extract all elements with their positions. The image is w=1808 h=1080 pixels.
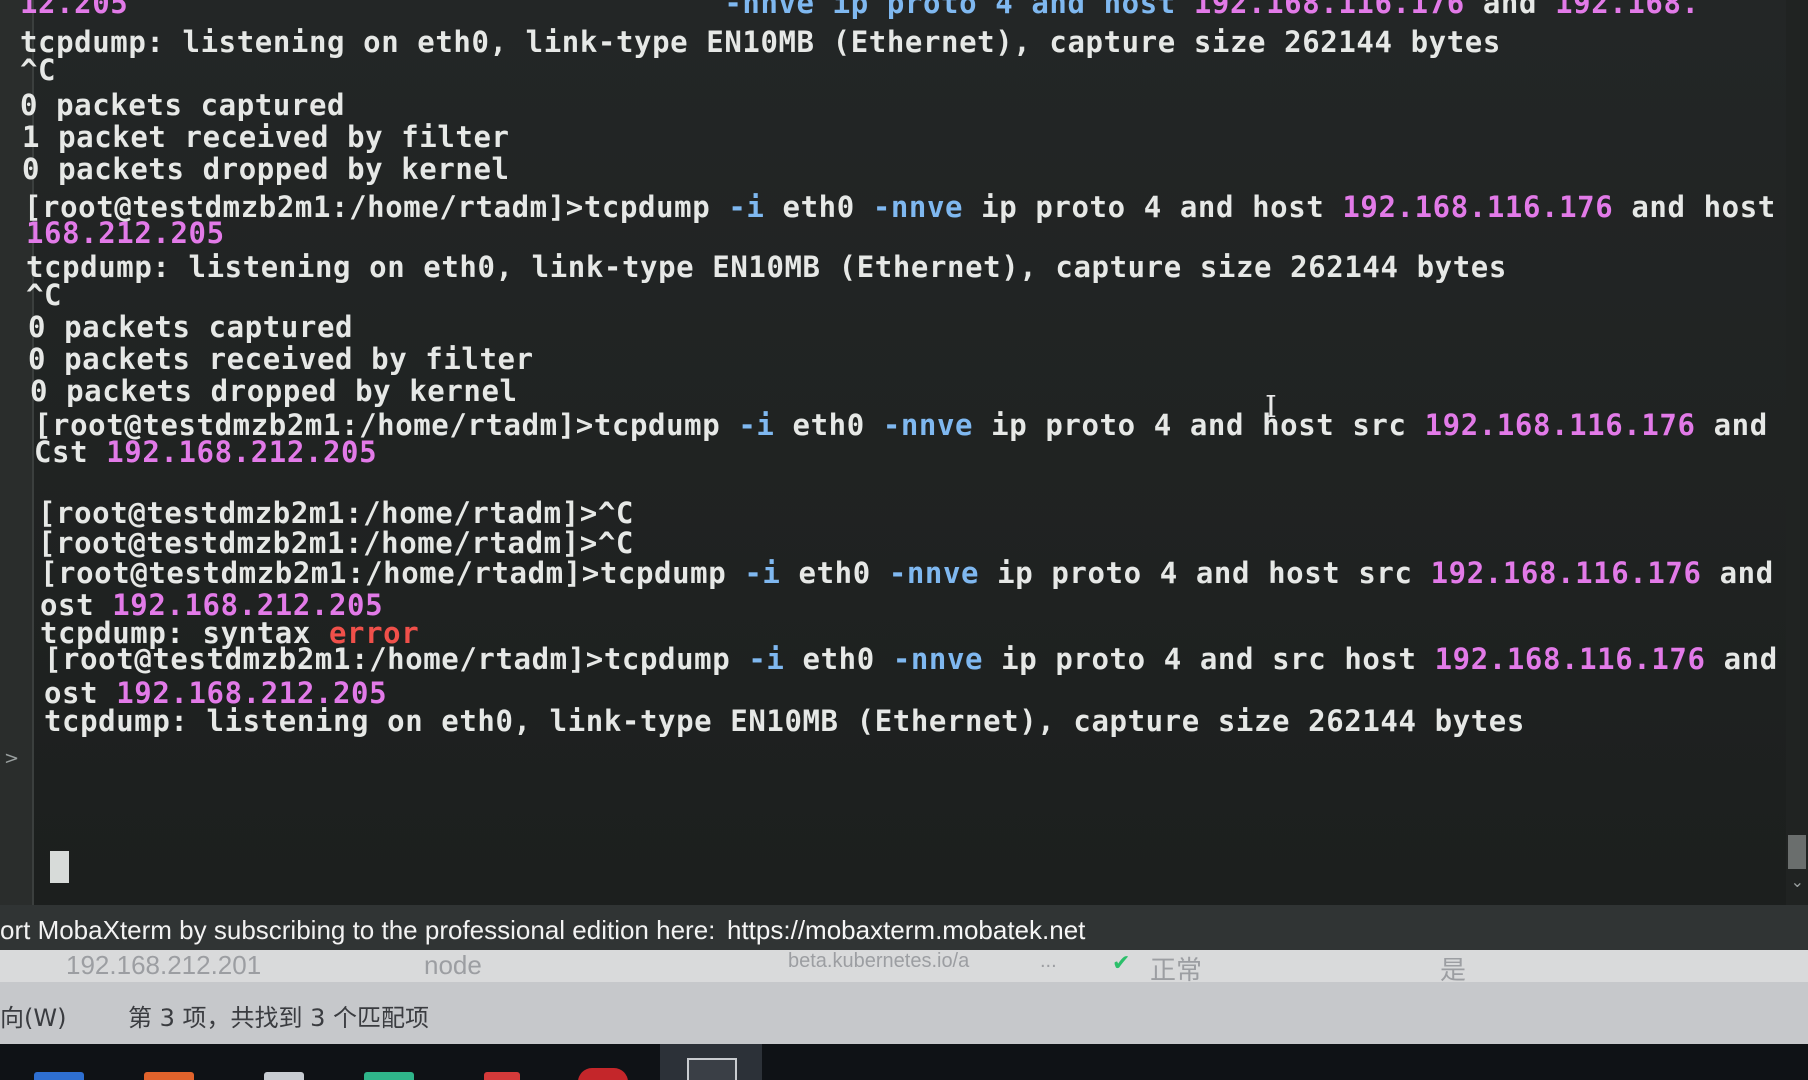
terminal-line: 0 packets captured: [28, 310, 353, 344]
terminal-text: 0 packets received by filter: [28, 342, 534, 376]
terminal-text: ip proto 4 and src host: [983, 642, 1435, 676]
terminal-text: and: [1464, 0, 1556, 20]
find-status: 第 3 项，共找到 3 个匹配项: [128, 1004, 430, 1032]
terminal-text: 0 packets dropped by kernel: [30, 374, 518, 408]
check-icon: ✔: [1112, 950, 1131, 975]
terminal-line: 168.212.205: [26, 216, 225, 250]
terminal-scrollbar[interactable]: ⌄: [1786, 0, 1808, 905]
terminal-text: 192.168.116.176: [1434, 642, 1706, 676]
terminal-text: -i: [748, 642, 785, 676]
terminal-text: ip proto 4 and host src: [979, 556, 1431, 590]
terminal-text: 0 packets captured: [20, 88, 346, 122]
find-direction-option[interactable]: 向(W): [0, 998, 66, 1033]
terminal-text: [root@testdmzb2m1:/home/rtadm]>^C: [38, 526, 634, 560]
chevron-down-icon[interactable]: ⌄: [1791, 872, 1804, 891]
taskbar-app-icon[interactable]: [364, 1072, 414, 1080]
terminal-text: eth0: [784, 642, 893, 676]
taskbar-app-icon[interactable]: [578, 1068, 628, 1080]
terminal-line: [root@testdmzb2m1:/home/rtadm]>^C: [38, 526, 634, 560]
terminal-text: ip proto 4 and host: [963, 190, 1343, 224]
promo-bar: ort MobaXterm by subscribing to the prof…: [0, 905, 1808, 955]
terminal-line: 0 packets dropped by kernel: [30, 374, 518, 408]
terminal-text: [root@testdmzb2m1:/home/rtadm]>^C: [38, 496, 634, 530]
terminal-text: 0 packets dropped by kernel: [22, 152, 510, 186]
terminal-text: [root@testdmzb2m1:/home/rtadm]>tcpdump: [40, 556, 745, 590]
terminal-cursor: [50, 851, 69, 883]
find-bar: 向(W) 第 3 项，共找到 3 个匹配项: [0, 982, 1808, 1044]
terminal-text: ip proto 4 and host src: [973, 408, 1425, 442]
terminal-text: ^C: [26, 278, 63, 312]
terminal-text: -i: [744, 556, 781, 590]
terminal-line: [root@testdmzb2m1:/home/rtadm]>tcpdump -…: [24, 190, 1800, 224]
taskbar: [0, 1044, 1808, 1080]
terminal-line: 12.205 -nnve ip proto 4 and host 192.168…: [20, 0, 1700, 20]
terminal-text: 192.168.116.176: [1342, 190, 1614, 224]
terminal-text: eth0: [764, 190, 873, 224]
terminal-line: [root@testdmzb2m1:/home/rtadm]>tcpdump -…: [44, 642, 1800, 676]
terminal-text: and dst ^: [1713, 408, 1800, 442]
terminal-text: eth0: [774, 408, 883, 442]
terminal-text: 12.205: [20, 0, 129, 20]
taskbar-terminal-app[interactable]: [660, 1044, 762, 1080]
terminal-line: ^C: [26, 278, 62, 312]
promo-text: ort MobaXterm by subscribing to the prof…: [0, 915, 716, 945]
screen: > 12.205 -nnve ip proto 4 and host 192.1…: [0, 0, 1808, 1080]
terminal-text: 192.168.116.176: [1193, 0, 1465, 20]
row-ellipsis: ...: [1040, 950, 1057, 972]
terminal-line: tcpdump: listening on eth0, link-type EN…: [44, 704, 1525, 738]
terminal-line: 0 packets received by filter: [28, 342, 534, 376]
terminal-text: -nnve: [888, 556, 980, 590]
promo-link[interactable]: https://mobaxterm.mobatek.net: [727, 915, 1085, 946]
row-ip: 192.168.212.201: [66, 950, 262, 980]
row-extra: 是: [1440, 955, 1467, 982]
terminal-text: 1 packet received by filter: [22, 120, 510, 154]
terminal-text: Cst: [34, 435, 107, 469]
terminal-text: 192.168.212.205: [106, 435, 378, 469]
terminal-text: 192.168.: [1555, 0, 1700, 20]
taskbar-app-icon[interactable]: [264, 1072, 304, 1080]
terminal-text: -i: [738, 408, 775, 442]
scrollbar-thumb[interactable]: [1788, 835, 1806, 869]
terminal-line: 0 packets captured: [20, 88, 345, 122]
terminal-line: 0 packets dropped by kernel: [22, 152, 510, 186]
terminal-text: 192.168.116.176: [1430, 556, 1702, 590]
terminal-line: ^C: [20, 53, 56, 87]
terminal-line: [root@testdmzb2m1:/home/rtadm]>tcpdump -…: [40, 556, 1800, 590]
row-domain: beta.kubernetes.io/a: [788, 950, 970, 972]
terminal-icon: [687, 1058, 737, 1080]
terminal-text: -nnve: [882, 408, 974, 442]
chevron-right-icon[interactable]: >: [4, 748, 19, 769]
terminal-line: Cst 192.168.212.205: [34, 435, 377, 469]
terminal-text: -nnve ip proto 4 and host: [128, 0, 1194, 20]
terminal-text: tcpdump: listening on eth0, link-type EN…: [20, 25, 1501, 59]
terminal-output[interactable]: 12.205 -nnve ip proto 4 and host 192.168…: [20, 0, 1800, 905]
terminal-text: tcpdump: listening on eth0, link-type EN…: [26, 250, 1507, 284]
terminal-text: -nnve: [892, 642, 984, 676]
terminal-text: 0 packets captured: [28, 310, 354, 344]
terminal-line: tcpdump: listening on eth0, link-type EN…: [20, 25, 1501, 59]
terminal-text: tcpdump: listening on eth0, link-type EN…: [44, 704, 1525, 738]
terminal-text: eth0: [780, 556, 889, 590]
terminal-text: 192.168.116.176: [1424, 408, 1696, 442]
taskbar-app-icon[interactable]: [144, 1072, 194, 1080]
terminal-text: -i: [728, 190, 765, 224]
terminal-text: [root@testdmzb2m1:/home/rtadm]>tcpdump: [44, 642, 749, 676]
terminal-line: [root@testdmzb2m1:/home/rtadm]>^C: [38, 496, 634, 530]
row-role: node: [424, 950, 482, 980]
row-status: 正常: [1150, 955, 1203, 982]
terminal-text: -nnve: [872, 190, 964, 224]
terminal-text: and host: [1613, 190, 1794, 224]
terminal-line: tcpdump: listening on eth0, link-type EN…: [26, 250, 1507, 284]
taskbar-app-icon[interactable]: [34, 1072, 84, 1080]
taskbar-app-icon[interactable]: [484, 1072, 520, 1080]
terminal-line: 1 packet received by filter: [22, 120, 510, 154]
text-cursor-icon: I: [1265, 390, 1277, 425]
background-table-row: 192.168.212.201 node beta.kubernetes.io/…: [0, 950, 1808, 982]
terminal-text: ^C: [20, 53, 57, 87]
terminal-text: 168.212.205: [26, 216, 225, 250]
